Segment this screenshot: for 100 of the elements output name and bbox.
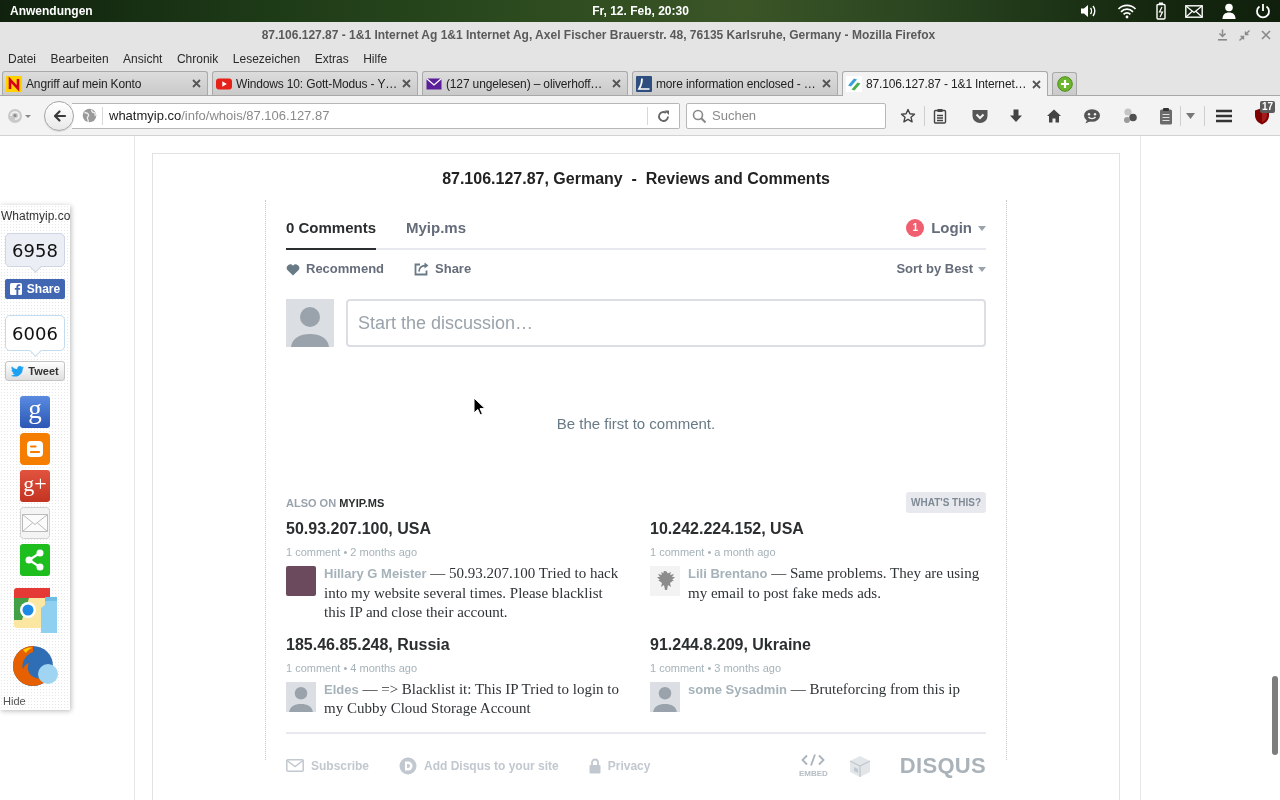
new-tab-button[interactable] [1052,72,1077,95]
lock-icon [588,757,601,774]
discussion-title[interactable]: 50.93.207.100, USA [286,519,431,539]
hide-link[interactable]: Hide [3,695,26,708]
search-field[interactable]: Suchen [686,102,886,129]
disqus-icon [399,756,418,775]
facebook-share-button[interactable]: Share [5,279,65,299]
browser-tab[interactable]: 87.106.127.87 - 1&1 Internet… [842,71,1048,96]
address-bar[interactable]: whatmyip.co/info/whois/87.106.127.87 [72,102,680,129]
l-logo-icon [636,75,652,92]
mouse-pointer-icon [473,397,486,417]
close-tab-icon[interactable] [402,79,411,88]
caret-icon[interactable] [1186,112,1195,119]
close-tab-icon[interactable] [192,79,201,88]
close-icon[interactable] [1261,30,1271,40]
restore-icon[interactable] [1239,29,1250,41]
menu-item[interactable]: Lesezeichen [232,52,301,66]
discussion-title[interactable]: 91.244.8.209, Ukraine [650,634,811,655]
count-badge: 17 [1260,100,1276,113]
stripes-logo-icon [846,76,862,92]
comment-excerpt: some Sysadmin — Bruteforcing from this ip [688,679,961,699]
clipboard-icon[interactable] [932,107,948,124]
comment-excerpt: Hillary G Meister — 50.93.207.100 Tried to hack into my website several times. Please blacklist this IP and close their account. [324,564,620,622]
clipboard-icon[interactable] [1159,106,1173,125]
menu-item[interactable]: Extras [314,52,349,66]
browser-tab[interactable]: more information enclosed - … [632,71,838,95]
bird-icon [11,365,25,377]
avatar-icon [286,299,334,347]
avatar-icon [650,681,680,712]
facebook-icon [9,283,22,295]
menu-item[interactable]: Datei [8,52,36,66]
google-plus-button[interactable]: g+ [20,470,50,502]
back-button[interactable] [44,100,74,131]
caret-icon [978,266,986,272]
discussion-title[interactable]: 10.242.224.152, USA [650,519,804,539]
comment-excerpt: Eldes — => Blacklist it: This IP Tried to login to my Cubby Cloud Storage Account [324,679,620,718]
swirl-menu-icon[interactable] [7,106,33,125]
discussion-meta: 1 comment • 3 months ago [650,660,782,675]
empty-message: Be the first to comment. [556,415,716,433]
disqus-logo: DISQUS [899,753,986,778]
browser-tab[interactable]: Windows 10: Gott-Modus - Y… [212,71,418,95]
comments-tab[interactable]: Myip.ms [406,219,467,250]
notification-badge: 1 [906,219,925,237]
google-bookmark-button[interactable]: g [20,396,50,428]
close-tab-icon[interactable] [612,79,621,88]
download-icon[interactable] [1008,107,1024,124]
page-heading: 87.106.127.87, Germany - Reviews and Comments [442,169,830,189]
browser-tab[interactable]: (127 ungelesen) – oliverhoff… [422,71,628,95]
battery-icon[interactable] [1156,2,1166,20]
discussion-meta: 1 comment • 2 months ago [286,545,418,559]
discussion-title[interactable]: 185.46.85.248, Russia [286,634,450,655]
comment-excerpt: Lili Brentano — Same problems. They are using my email to post fake meds ads. [688,564,981,603]
reload-icon[interactable] [656,108,670,123]
site-name: Whatmyip.co [1,210,71,223]
blogger-icon[interactable] [20,433,50,465]
mail-icon[interactable] [1185,4,1203,18]
window-title: 87.106.127.87 - 1&1 Internet Ag 1&1 Internet Ag, Axel Fischer Brauerstr. 48, 76135 Karlsruhe, Germany - Mozilla Firefox [261,28,936,42]
envelope-icon [286,759,304,772]
sort-dropdown[interactable]: Sort by Best [896,259,986,279]
menu-item[interactable]: Chronik [176,52,219,66]
scrollbar-thumb[interactable] [1272,676,1278,755]
share-icon [414,262,430,276]
login-button[interactable]: Login [931,219,986,237]
envelope-icon [426,75,442,92]
browser-tab[interactable]: Angriff auf mein Konto [2,71,208,95]
speaker-icon[interactable] [1080,3,1098,19]
home-icon[interactable] [1046,107,1062,124]
star-icon[interactable] [900,107,916,124]
tweet-button[interactable]: Tweet [5,361,65,381]
applications-menu[interactable]: Anwendungen [10,4,93,18]
recommend-button[interactable]: Recommend [286,259,385,279]
pocket-icon[interactable] [971,107,989,124]
arrow-left-icon [51,108,67,123]
code-icon [801,753,826,766]
menu-item[interactable]: Bearbeiten [50,52,109,66]
menu-icon[interactable] [1215,108,1233,123]
comment-input[interactable]: Start the discussion… [346,299,986,347]
bubbles-icon[interactable] [1121,107,1139,124]
globe-icon [82,108,97,123]
power-icon[interactable] [1255,3,1271,19]
heart-icon [286,262,300,276]
wifi-icon[interactable] [1117,3,1137,19]
comments-tab[interactable]: 0 Comments [286,219,377,250]
user-icon[interactable] [1222,3,1236,19]
forum-link[interactable]: MYIP.MS [339,496,385,509]
share-button[interactable]: Share [414,259,472,279]
url-text: whatmyip.co/info/whois/87.106.127.87 [109,107,330,124]
discussion-meta: 1 comment • a month ago [650,545,776,559]
close-tab-icon[interactable] [1032,79,1041,89]
emblem-icon [650,566,680,596]
menu-item[interactable]: Ansicht [123,52,163,66]
minimize-icon[interactable] [1217,29,1228,41]
close-tab-icon[interactable] [822,79,831,88]
plus-icon [1056,76,1073,92]
menu-item[interactable]: Hilfe [363,52,388,66]
also-on-label: ALSO ON MYIP.MS [286,495,385,510]
caret-icon [978,225,986,231]
avatar-icon [286,681,316,712]
n-logo-icon [6,75,22,92]
chat-bubble-icon[interactable] [1083,107,1101,124]
